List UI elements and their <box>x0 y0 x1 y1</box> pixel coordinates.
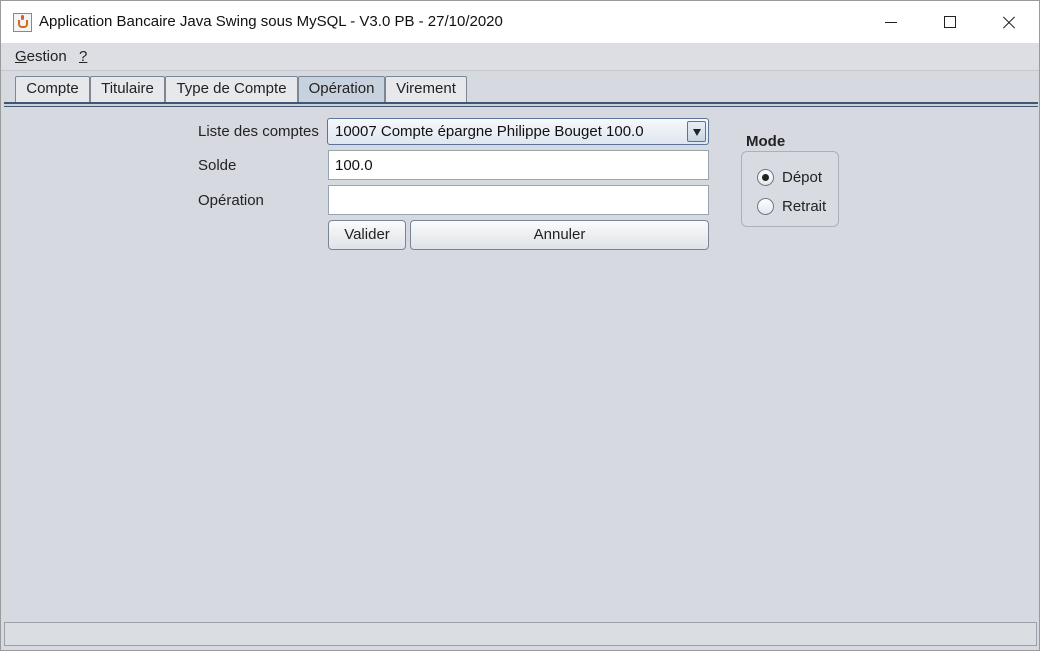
tab-type-de-compte[interactable]: Type de Compte <box>165 76 298 102</box>
menu-bar: Gestion ? <box>1 43 1039 71</box>
tab-operation[interactable]: Opération <box>298 76 385 102</box>
maximize-button[interactable] <box>921 1 979 43</box>
minimize-icon <box>885 22 897 23</box>
liste-comptes-combobox[interactable]: 10007 Compte épargne Philippe Bouget 100… <box>327 118 709 145</box>
close-button[interactable] <box>979 1 1037 43</box>
app-window: Application Bancaire Java Swing sous MyS… <box>0 0 1040 651</box>
radio-retrait-label: Retrait <box>782 198 827 215</box>
minimize-button[interactable] <box>863 1 921 43</box>
menu-help[interactable]: ? <box>79 48 87 65</box>
liste-comptes-value: 10007 Compte épargne Philippe Bouget 100… <box>335 123 644 140</box>
status-bar <box>4 622 1037 646</box>
window-title: Application Bancaire Java Swing sous MyS… <box>39 13 503 30</box>
liste-comptes-label: Liste des comptes <box>198 123 319 140</box>
valider-button[interactable]: Valider <box>328 220 406 250</box>
maximize-icon <box>944 16 956 28</box>
mode-group: Dépot Retrait <box>741 151 839 227</box>
tab-virement[interactable]: Virement <box>385 76 467 102</box>
operation-label: Opération <box>198 192 264 209</box>
dropdown-arrow-icon <box>693 129 701 136</box>
annuler-button[interactable]: Annuler <box>410 220 709 250</box>
menu-gestion[interactable]: Gestion <box>15 48 67 65</box>
menu-gestion-label: estion <box>26 48 67 65</box>
dropdown-arrow-button[interactable] <box>687 121 706 142</box>
tab-content-border <box>4 102 1038 107</box>
menu-gestion-mnemonic: G <box>15 48 27 65</box>
mode-title: Mode <box>746 133 786 150</box>
title-bar: Application Bancaire Java Swing sous MyS… <box>1 1 1039 43</box>
radio-unselected-icon[interactable] <box>757 198 774 215</box>
radio-selected-icon[interactable] <box>757 169 774 186</box>
solde-field[interactable] <box>328 150 709 180</box>
solde-label: Solde <box>198 157 237 174</box>
operation-field[interactable] <box>328 185 709 215</box>
radio-depot-label: Dépot <box>782 169 823 186</box>
tab-compte[interactable]: Compte <box>15 76 90 102</box>
java-cup-icon <box>13 13 32 32</box>
tab-titulaire[interactable]: Titulaire <box>90 76 165 102</box>
